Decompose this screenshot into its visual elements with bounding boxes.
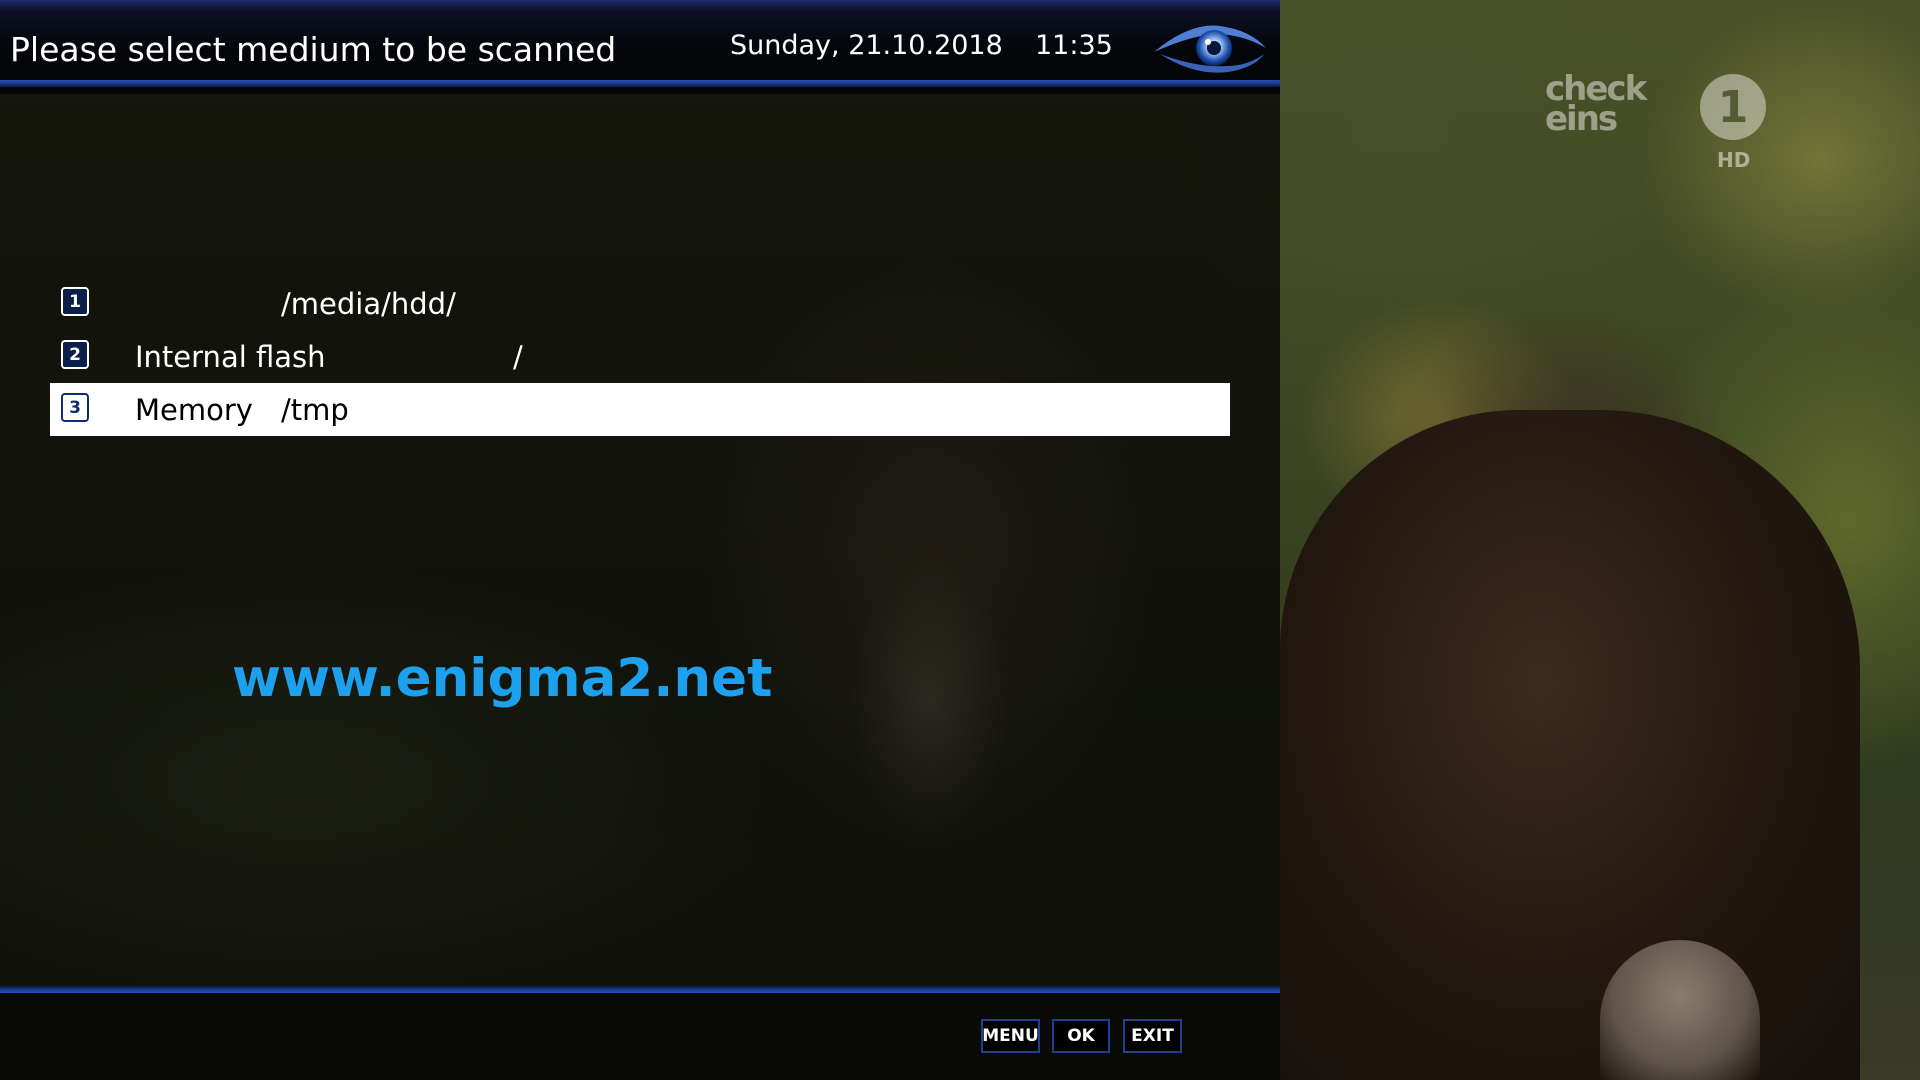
page-title: Please select medium to be scanned bbox=[10, 30, 617, 69]
list-item-number: 3 bbox=[61, 393, 89, 422]
list-item-path: / bbox=[513, 340, 523, 374]
exit-button[interactable]: EXIT bbox=[1123, 1019, 1182, 1053]
menu-button[interactable]: MENU bbox=[981, 1019, 1040, 1053]
channel-logo-number: 1 bbox=[1700, 74, 1766, 140]
list-item-name: Internal flash bbox=[135, 340, 326, 374]
header-divider bbox=[0, 80, 1280, 87]
list-item-name: Memory bbox=[135, 393, 253, 427]
eye-logo-icon bbox=[1154, 25, 1266, 73]
list-item-path: /media/hdd/ bbox=[281, 287, 456, 321]
dog-image-region bbox=[1280, 410, 1860, 1080]
list-item[interactable]: 2 Internal flash / bbox=[50, 330, 1230, 383]
medium-list: 1 /media/hdd/ 2 Internal flash / 3 Memor… bbox=[50, 277, 1230, 436]
list-item-selected[interactable]: 3 Memory /tmp bbox=[50, 383, 1230, 436]
list-item-path: /tmp bbox=[281, 393, 349, 427]
osd-dimmed-picture bbox=[0, 0, 1280, 1080]
channel-logo-wordmark: check eins bbox=[1545, 69, 1647, 139]
channel-logo-hd-badge: HD bbox=[1717, 148, 1751, 172]
watermark-text: www.enigma2.net bbox=[232, 648, 773, 709]
ok-button[interactable]: OK bbox=[1052, 1019, 1110, 1053]
footer-divider bbox=[0, 986, 1280, 993]
list-item[interactable]: 1 /media/hdd/ bbox=[50, 277, 1230, 330]
clock-date: Sunday, 21.10.2018 bbox=[730, 30, 1003, 61]
list-item-number: 2 bbox=[61, 340, 89, 369]
list-item-number: 1 bbox=[61, 287, 89, 316]
clock-time: 11:35 bbox=[1035, 30, 1113, 61]
channel-logo: check eins 1 HD bbox=[1545, 70, 1785, 180]
